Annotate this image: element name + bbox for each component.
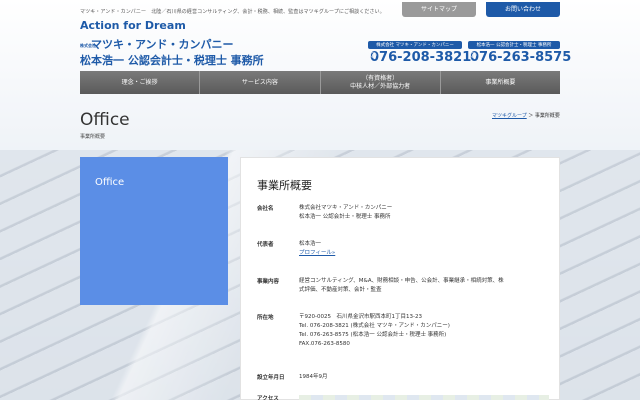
row-key: 設立年月日 [257, 375, 285, 381]
company-name-1-text: マツキ・アンド・カンパニー [91, 38, 234, 51]
breadcrumb-current: 事業所概要 [534, 113, 560, 119]
kabushiki-label: 株式会社 [80, 42, 96, 48]
row-value: 1984年9月 [299, 374, 328, 380]
phone-block-matsuki: 株式会社 マツキ・アンド・カンパニー 076-208-3821 [368, 41, 471, 65]
company-name-1[interactable]: 株式会社マツキ・アンド・カンパニー [80, 36, 234, 52]
nav-item-office[interactable]: 事業所概要 [440, 71, 560, 94]
slogan: Action for Dream [80, 19, 186, 32]
main-nav: 理念・ご挨拶 サービス内容 （有資格者） 中核人材／外部協力者 事業所概要 [80, 71, 560, 94]
phone-label: 松本浩一 公認会計士・税理士 事務所 [468, 41, 560, 49]
content-heading: 事業所概要 [257, 179, 312, 192]
page-title: Office [80, 110, 130, 130]
phone-number[interactable]: 076-208-3821 [368, 50, 471, 65]
row-key: 所在地 [257, 315, 274, 321]
breadcrumb: マツキグループ ＞ 事業所概要 [492, 112, 560, 119]
row-value: 株式会社マツキ・アンド・カンパニー 松本浩一 公認会計士・税理士 事務所 [299, 205, 393, 220]
phone-block-office: 松本浩一 公認会計士・税理士 事務所 076-263-8575 [468, 41, 571, 65]
page-subtitle: 事業所概要 [80, 134, 106, 140]
row-value: 松本浩一 プロフィール» [299, 241, 336, 256]
contact-button[interactable]: お問い合わせ [486, 2, 560, 17]
side-menu-label[interactable]: Office [95, 177, 124, 188]
nav-item-staff[interactable]: （有資格者） 中核人材／外部協力者 [320, 71, 441, 94]
header-tagline: マツキ・アンド・カンパニー 北陸／石川県の経営コンサルティング、会計・税務、相続… [80, 9, 385, 15]
company-name-2[interactable]: 松本浩一 公認会計士・税理士 事務所 [80, 52, 264, 68]
phone-label: 株式会社 マツキ・アンド・カンパニー [368, 41, 462, 49]
nav-item-philosophy[interactable]: 理念・ご挨拶 [80, 71, 201, 94]
row-key: 代表者 [257, 242, 274, 248]
access-map[interactable] [299, 395, 549, 400]
phone-number[interactable]: 076-263-8575 [468, 50, 571, 65]
breadcrumb-home[interactable]: マツキグループ [492, 113, 527, 119]
row-value: 〒920-0025 石川県金沢市駅西本町1丁目13-23 Tel. 076-20… [299, 314, 450, 347]
row-key: 会社名 [257, 206, 274, 212]
content-panel: 事業所概要 会社名 株式会社マツキ・アンド・カンパニー 松本浩一 公認会計士・税… [240, 157, 560, 400]
row-value: 経営コンサルティング、M&A、財務相談・申告、公会計、事業継承・相続対策、株 式… [299, 278, 504, 293]
nav-item-staff-line2: 中核人材／外部協力者 [350, 82, 411, 90]
nav-item-services[interactable]: サービス内容 [200, 71, 321, 94]
side-menu-box: Office [80, 157, 228, 305]
row-key: アクセス [257, 396, 279, 400]
nav-item-staff-line1: （有資格者） [362, 74, 399, 82]
sitemap-button[interactable]: サイトマップ [402, 2, 476, 17]
breadcrumb-separator: ＞ [528, 113, 534, 119]
row-key: 事業内容 [257, 279, 280, 285]
profile-link[interactable]: プロフィール» [299, 250, 335, 256]
